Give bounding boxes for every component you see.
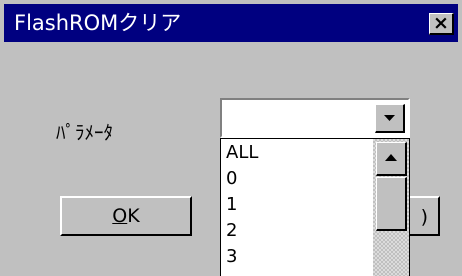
window-title: FlashROMクリア <box>14 11 182 35</box>
ok-button[interactable]: OK <box>60 196 192 236</box>
title-bar[interactable]: FlashROMクリア × <box>4 4 458 42</box>
parameter-dropdown-list[interactable]: ALL 0 1 2 3 <box>220 138 410 276</box>
dropdown-option-2[interactable]: 2 <box>226 219 237 243</box>
cancel-label-partial: ) <box>420 206 428 228</box>
flashrom-clear-dialog: FlashROMクリア × ﾊﾟﾗﾒｰﾀ OK ) ALL 0 1 2 3 <box>0 0 462 276</box>
ok-label: OK <box>112 205 140 227</box>
scroll-thumb[interactable] <box>376 177 407 231</box>
parameter-label: ﾊﾟﾗﾒｰﾀ <box>56 122 114 144</box>
dropdown-option-3[interactable]: 3 <box>226 245 237 269</box>
triangle-up-icon <box>385 154 397 161</box>
scroll-up-button[interactable] <box>376 142 407 176</box>
dropdown-option-all[interactable]: ALL <box>226 141 258 165</box>
dropdown-option-0[interactable]: 0 <box>226 167 237 191</box>
close-icon: × <box>433 12 449 34</box>
combo-dropdown-button[interactable] <box>375 104 405 133</box>
dropdown-scrollbar[interactable] <box>373 139 409 276</box>
parameter-combobox[interactable] <box>220 98 410 138</box>
dropdown-option-1[interactable]: 1 <box>226 193 237 217</box>
close-button[interactable]: × <box>429 13 454 35</box>
triangle-down-icon <box>384 115 395 121</box>
